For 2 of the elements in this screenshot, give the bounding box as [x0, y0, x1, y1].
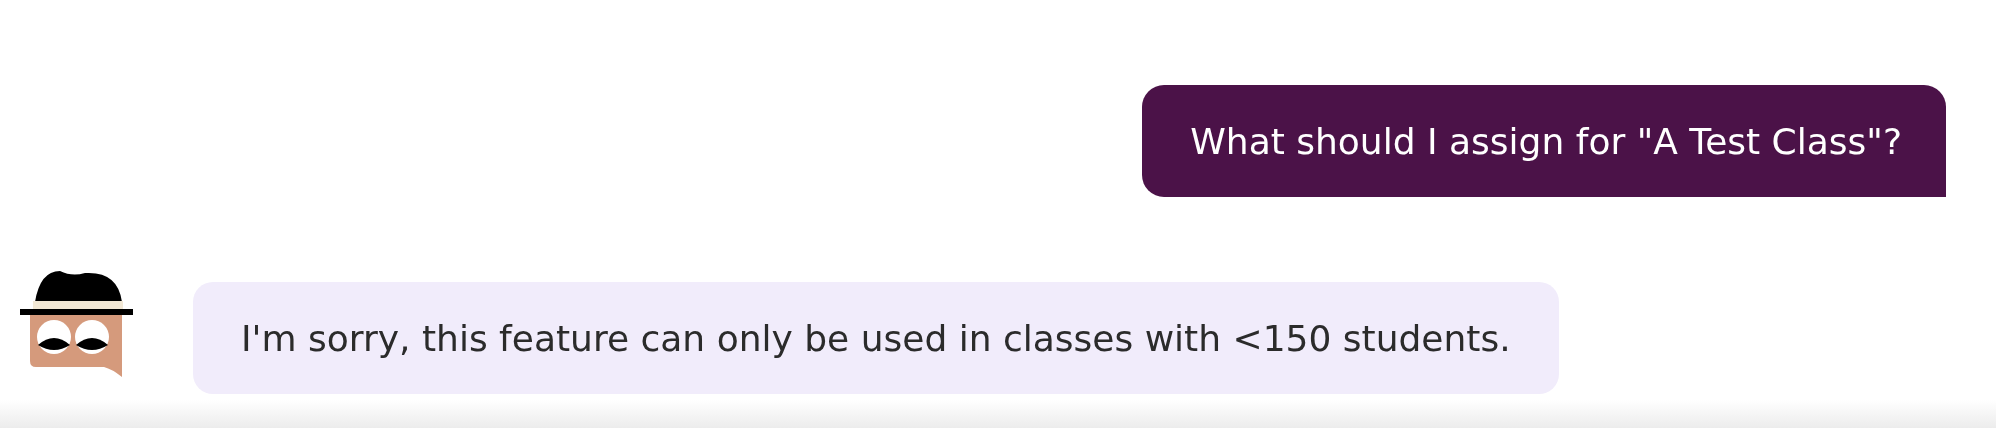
assistant-message: I'm sorry, this feature can only be used in classes with <150 students. — [193, 282, 1559, 394]
user-message: What should I assign for "A Test Class"? — [1142, 85, 1946, 197]
